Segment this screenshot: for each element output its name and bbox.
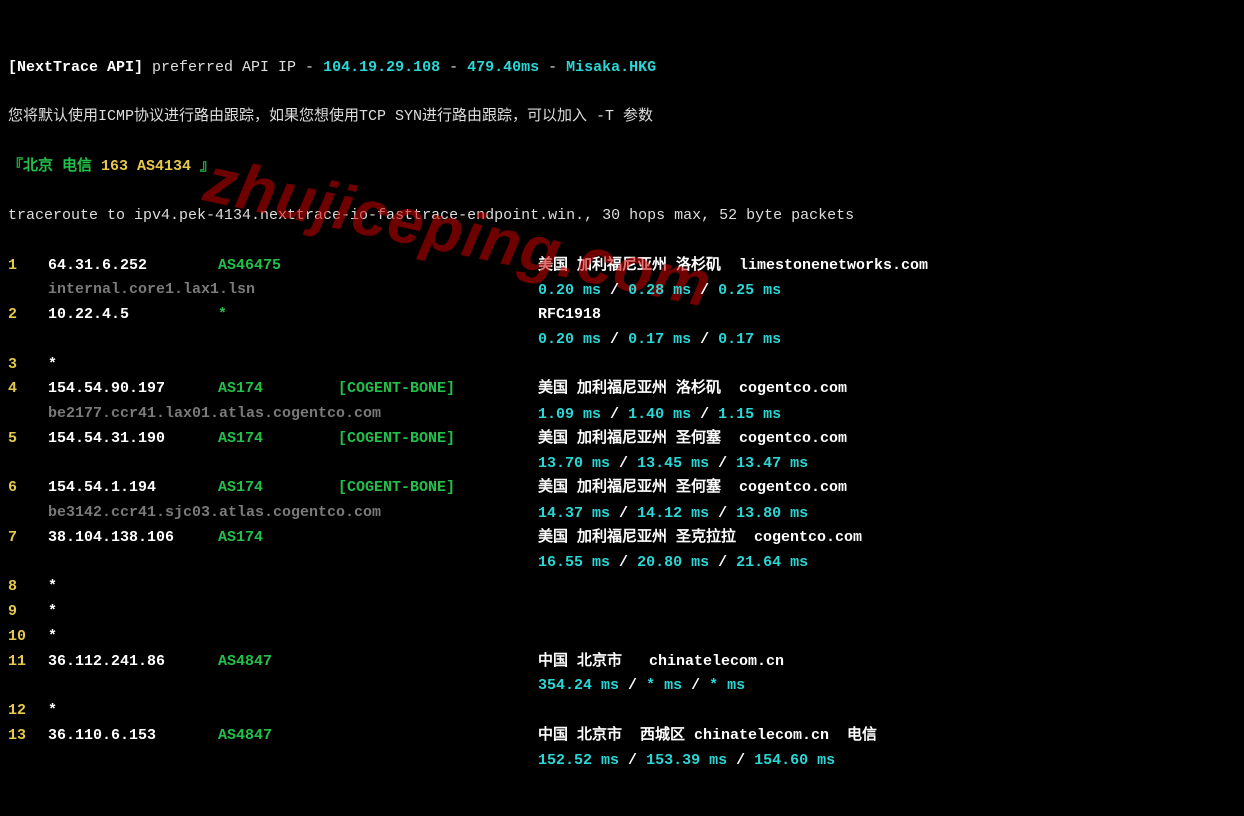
hop-location: 中国 北京市 chinatelecom.cn [538,650,784,675]
hop-location: RFC1918 [538,303,601,328]
hop-tag: [COGENT-BONE] [338,476,538,501]
api-ip: 104.19.29.108 [323,59,440,76]
hop-asn: AS174 [218,427,338,452]
hop-tag [338,724,538,749]
hop-rtt: 0.20 ms / 0.17 ms / 0.17 ms [538,328,1236,353]
hop-ip: * [48,625,218,650]
hop-asn [218,575,338,600]
route-title: 『北京 电信 163 AS4134 』 [8,155,1236,180]
hop-tag [338,353,538,378]
hop-tag [338,303,538,328]
hop-row: 12* [8,699,1236,724]
hop-ip: * [48,575,218,600]
hop-rtt: 13.70 ms / 13.45 ms / 13.47 ms [538,452,1236,477]
hop-ip: 36.112.241.86 [48,650,218,675]
hop-asn: AS46475 [218,254,338,279]
hop-asn: AS174 [218,526,338,551]
hop-number: 9 [8,600,48,625]
route-asn: 163 AS4134 [101,158,191,175]
hop-number: 10 [8,625,48,650]
hop-ip: * [48,600,218,625]
hop-asn [218,625,338,650]
hop-location: 中国 北京市 西城区 chinatelecom.cn 电信 [538,724,877,749]
hop-row: 10* [8,625,1236,650]
hop-number: 5 [8,427,48,452]
hop-number: 11 [8,650,48,675]
hop-row: 164.31.6.252AS46475 美国 加利福尼亚州 洛杉矶 limesto… [8,254,1236,279]
hop-location: 美国 加利福尼亚州 洛杉矶 cogentco.com [538,377,847,402]
hop-number: 8 [8,575,48,600]
hop-asn [218,699,338,724]
hop-number: 2 [8,303,48,328]
hop-rtt: 354.24 ms / * ms / * ms [538,674,1236,699]
hop-rtt: 16.55 ms / 20.80 ms / 21.64 ms [538,551,1236,576]
hop-asn: AS4847 [218,724,338,749]
hop-tag [338,600,538,625]
hop-number: 13 [8,724,48,749]
api-location: Misaka.HKG [566,59,656,76]
hop-number: 1 [8,254,48,279]
hop-tag [338,625,538,650]
hop-tag: [COGENT-BONE] [338,377,538,402]
hop-row: 1336.110.6.153AS4847 中国 北京市 西城区 chinatele… [8,724,1236,749]
hop-ip: 38.104.138.106 [48,526,218,551]
api-text: preferred API IP - [143,59,323,76]
hop-row: 3* [8,353,1236,378]
route-city: 北京 电信 [23,158,101,175]
hop-asn [218,353,338,378]
hop-row: 1136.112.241.86AS4847 中国 北京市 chinatelecom… [8,650,1236,675]
hop-number: 3 [8,353,48,378]
hint-line: 您将默认使用ICMP协议进行路由跟踪，如果您想使用TCP SYN进行路由跟踪，可… [8,105,1236,130]
hop-number: 4 [8,377,48,402]
hop-tag [338,650,538,675]
hop-asn: * [218,303,338,328]
api-label: [NextTrace API] [8,59,143,76]
hop-row: 210.22.4.5* RFC1918 [8,303,1236,328]
hop-ip: 10.22.4.5 [48,303,218,328]
hop-ip: * [48,353,218,378]
hop-number: 6 [8,476,48,501]
api-latency: 479.40ms [467,59,539,76]
hop-asn: AS4847 [218,650,338,675]
hop-ip: 36.110.6.153 [48,724,218,749]
hop-asn: AS174 [218,476,338,501]
hop-ip: 154.54.90.197 [48,377,218,402]
hops-list: 164.31.6.252AS46475 美国 加利福尼亚州 洛杉矶 limesto… [8,254,1236,774]
terminal: zhujiceping.com [NextTrace API] preferre… [0,0,1244,816]
hop-row: 8* [8,575,1236,600]
hop-row: 6154.54.1.194AS174[COGENT-BONE]美国 加利福尼亚州… [8,476,1236,501]
hop-location: 美国 加利福尼亚州 圣何塞 cogentco.com [538,427,847,452]
traceroute-cmd: traceroute to ipv4.pek-4134.nexttrace-io… [8,204,1236,229]
hop-number: 7 [8,526,48,551]
hop-ip: * [48,699,218,724]
hop-location: 美国 加利福尼亚州 洛杉矶 limestonenetworks.com [538,254,928,279]
hop-tag [338,254,538,279]
hop-tag [338,575,538,600]
hop-tag [338,699,538,724]
hop-rtt: 152.52 ms / 153.39 ms / 154.60 ms [538,749,1236,774]
hop-tag: [COGENT-BONE] [338,427,538,452]
hop-row: 9* [8,600,1236,625]
hop-ip: 64.31.6.252 [48,254,218,279]
hop-number: 12 [8,699,48,724]
hop-asn [218,600,338,625]
hop-location: 美国 加利福尼亚州 圣克拉拉 cogentco.com [538,526,862,551]
hop-ip: 154.54.1.194 [48,476,218,501]
hop-asn: AS174 [218,377,338,402]
hop-tag [338,526,538,551]
hop-row: 738.104.138.106AS174 美国 加利福尼亚州 圣克拉拉 cogen… [8,526,1236,551]
hop-location: 美国 加利福尼亚州 圣何塞 cogentco.com [538,476,847,501]
api-header-line: [NextTrace API] preferred API IP - 104.1… [8,56,1236,81]
hop-row: 5154.54.31.190AS174[COGENT-BONE]美国 加利福尼亚… [8,427,1236,452]
hop-row: 4154.54.90.197AS174[COGENT-BONE]美国 加利福尼亚… [8,377,1236,402]
hop-ip: 154.54.31.190 [48,427,218,452]
